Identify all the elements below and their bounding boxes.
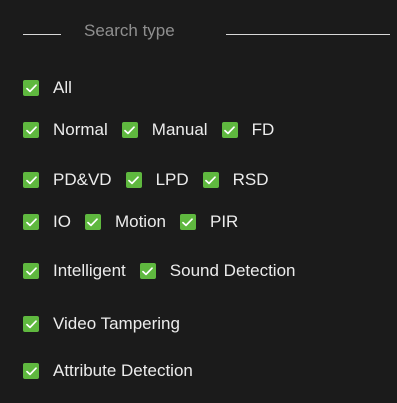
option-fd[interactable]: FD: [221, 120, 275, 140]
checkmark-icon: [25, 319, 37, 329]
pd-and-vd-checkbox[interactable]: [23, 172, 39, 188]
fd-label: FD: [251, 120, 275, 139]
intelligent-label: Intelligent: [53, 261, 126, 280]
header-divider-right: [226, 34, 390, 35]
option-manual[interactable]: Manual: [121, 120, 208, 140]
checkbox-row: Attribute Detection: [23, 359, 207, 383]
option-normal[interactable]: Normal: [23, 120, 108, 140]
video-tampering-label: Video Tampering: [53, 314, 180, 333]
manual-label: Manual: [151, 120, 208, 139]
checkbox-row: Intelligent Sound Detection: [23, 259, 309, 283]
manual-checkbox[interactable]: [121, 122, 138, 138]
checkmark-icon: [182, 217, 194, 227]
checkmark-icon: [142, 266, 154, 276]
attribute-detection-label: Attribute Detection: [53, 361, 193, 380]
all-label: All: [53, 78, 72, 97]
rsd-label: RSD: [232, 170, 269, 189]
video-tampering-checkbox[interactable]: [23, 316, 39, 332]
checkmark-icon: [128, 175, 139, 185]
section-header: Search type: [0, 18, 397, 50]
checkbox-row: Normal Manual FD: [23, 118, 288, 142]
option-attribute-detection[interactable]: Attribute Detection: [23, 361, 193, 381]
option-rsd[interactable]: RSD: [202, 170, 269, 190]
pd-and-vd-label: PD&VD: [53, 170, 112, 189]
rsd-checkbox[interactable]: [202, 172, 219, 188]
checkmark-icon: [25, 175, 37, 185]
checkmark-icon: [224, 125, 235, 135]
pir-label: PIR: [209, 212, 239, 231]
checkmark-icon: [205, 175, 217, 185]
pir-checkbox[interactable]: [179, 214, 196, 230]
lpd-checkbox[interactable]: [125, 172, 142, 188]
checkmark-icon: [25, 266, 37, 276]
checkmark-icon: [25, 217, 37, 227]
checkmark-icon: [87, 217, 99, 227]
option-lpd[interactable]: LPD: [125, 170, 189, 190]
checkmark-icon: [25, 366, 37, 376]
checkbox-row: All: [23, 76, 86, 100]
option-motion[interactable]: Motion: [84, 212, 166, 232]
normal-checkbox[interactable]: [23, 122, 39, 138]
section-title: Search type: [84, 21, 175, 40]
checkmark-icon: [25, 125, 37, 135]
io-label: IO: [53, 212, 71, 231]
intelligent-checkbox[interactable]: [23, 263, 39, 279]
option-sound-detection[interactable]: Sound Detection: [139, 261, 296, 281]
all-checkbox[interactable]: [23, 80, 39, 96]
header-divider-left: [23, 34, 61, 35]
sound-detection-label: Sound Detection: [169, 261, 296, 280]
motion-label: Motion: [114, 212, 166, 231]
option-all[interactable]: All: [23, 78, 72, 98]
checkbox-row: IO Motion PIR: [23, 210, 252, 234]
search-type-panel: Search type All Normal Manual FD PD&VD LPD RSD…: [0, 0, 397, 403]
checkbox-row: Video Tampering: [23, 312, 194, 336]
option-intelligent[interactable]: Intelligent: [23, 261, 126, 281]
option-pir[interactable]: PIR: [179, 212, 239, 232]
lpd-label: LPD: [155, 170, 189, 189]
io-checkbox[interactable]: [23, 214, 39, 230]
option-video-tampering[interactable]: Video Tampering: [23, 314, 180, 334]
checkmark-icon: [124, 125, 136, 135]
option-io[interactable]: IO: [23, 212, 71, 232]
attribute-detection-checkbox[interactable]: [23, 363, 39, 379]
sound-detection-checkbox[interactable]: [139, 263, 156, 279]
option-pd-and-vd[interactable]: PD&VD: [23, 170, 112, 190]
normal-label: Normal: [53, 120, 108, 139]
motion-checkbox[interactable]: [84, 214, 101, 230]
fd-checkbox[interactable]: [221, 122, 238, 138]
checkbox-row: PD&VD LPD RSD: [23, 168, 283, 192]
checkmark-icon: [25, 83, 37, 93]
